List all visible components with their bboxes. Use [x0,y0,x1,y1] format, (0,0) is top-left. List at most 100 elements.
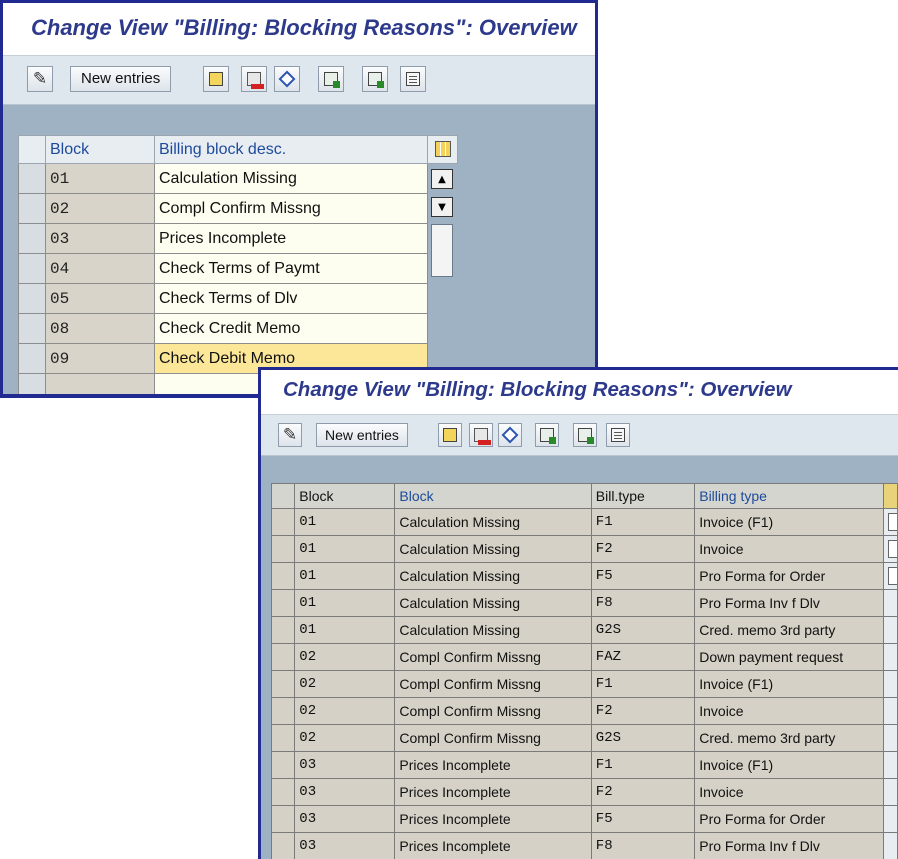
block-desc-cell: Calculation Missing [394,508,592,536]
row-selector[interactable] [270,616,296,644]
new-entries-button[interactable]: New entries [316,423,408,447]
table-row: 02 Compl Confirm Missng G2S Cred. memo 3rd … [270,724,898,752]
scroll-edge[interactable] [882,589,898,617]
select-all-rows-cell[interactable] [18,135,46,164]
select-all-button[interactable] [535,423,559,447]
block-cell: 03 [294,778,396,806]
block-desc-cell: Prices Incomplete [394,751,592,779]
row-selector[interactable] [18,223,46,254]
row-selector[interactable] [270,751,296,779]
table-row: 03 Prices Incomplete [18,223,458,254]
row-selector[interactable] [270,697,296,725]
table-header-row: Block Block Bill.type Billing type [270,483,898,509]
row-selector[interactable] [18,343,46,374]
scroll-edge[interactable] [882,643,898,671]
delete-button[interactable] [241,66,267,92]
scroll-edge[interactable] [882,508,898,536]
delete-icon [474,428,491,445]
column-header-block[interactable]: Block [45,135,155,164]
scroll-edge[interactable] [882,778,898,806]
scroll-edge[interactable] [882,832,898,859]
billing-block-assignment-table: Block Block Bill.type Billing type 01 Cal… [270,483,898,859]
display-change-button[interactable]: ✎ [27,66,53,92]
billing-type-cell: Pro Forma for Order [694,562,884,590]
deselect-all-button[interactable] [606,423,630,447]
table-row: 05 Check Terms of Dlv [18,283,458,314]
block-cell: 01 [294,535,396,563]
undo-icon [501,426,519,444]
row-selector[interactable] [18,253,46,284]
copy-icon [443,428,457,442]
billing-type-cell: Invoice (F1) [694,508,884,536]
block-desc-cell: Calculation Missing [394,562,592,590]
display-change-button[interactable]: ✎ [278,423,302,447]
column-header-bill-type[interactable]: Bill.type [590,483,696,509]
table-settings-button[interactable] [427,135,458,164]
column-header-block-desc[interactable]: Block [394,483,592,509]
row-selector[interactable] [18,193,46,224]
scroll-thumb[interactable] [431,224,453,277]
column-header-billing-type[interactable]: Billing type [694,483,884,509]
select-all-button[interactable] [318,66,344,92]
block-desc-cell: Calculation Missing [394,616,592,644]
scroll-edge[interactable] [882,751,898,779]
scroll-edge[interactable] [882,670,898,698]
row-selector[interactable] [270,643,296,671]
pencil-glasses-icon: ✎ [282,425,298,444]
row-selector[interactable] [270,562,296,590]
row-selector[interactable] [270,670,296,698]
scroll-edge[interactable] [882,535,898,563]
scroll-up-button[interactable]: ▲ [431,169,453,189]
row-selector[interactable] [270,778,296,806]
row-selector[interactable] [18,313,46,344]
desc-input[interactable]: Calculation Missing [154,163,428,194]
select-all-rows-cell[interactable] [270,483,296,509]
copy-button[interactable] [203,66,229,92]
scroll-down-button[interactable]: ▼ [431,197,453,217]
column-header-block-key[interactable]: Block [294,483,396,509]
row-selector[interactable] [270,832,296,859]
block-cell: 01 [294,508,396,536]
desc-input[interactable]: Prices Incomplete [154,223,428,254]
row-selector[interactable] [270,508,296,536]
column-header-billing-block-desc[interactable]: Billing block desc. [154,135,428,164]
row-selector[interactable] [18,163,46,194]
table-row: 01 Calculation Missing G2S Cred. memo 3rd p… [270,616,898,644]
row-selector[interactable] [270,724,296,752]
billing-type-cell: Down payment request [694,643,884,671]
scroll-edge[interactable] [882,697,898,725]
bill-type-cell: G2S [590,616,696,644]
row-selector[interactable] [270,535,296,563]
row-selector[interactable] [18,283,46,314]
row-selector[interactable] [270,589,296,617]
arrow-down-icon: ▼ [438,201,446,213]
undo-change-button[interactable] [498,423,522,447]
desc-input[interactable]: Check Terms of Dlv [154,283,428,314]
row-selector[interactable] [270,805,296,833]
desc-input[interactable]: Compl Confirm Missng [154,193,428,224]
undo-change-button[interactable] [274,66,300,92]
select-block-button[interactable] [362,66,388,92]
desc-input[interactable]: Check Terms of Paymt [154,253,428,284]
scroll-edge[interactable] [882,805,898,833]
billing-type-cell: Cred. memo 3rd party [694,724,884,752]
copy-icon [209,72,223,86]
select-block-button[interactable] [573,423,597,447]
billing-type-cell: Invoice [694,535,884,563]
scroll-edge[interactable] [882,562,898,590]
block-cell: 02 [45,193,155,224]
row-selector[interactable] [18,373,46,394]
table-scrollbar[interactable]: ▲ ▼ [427,164,458,394]
block-cell: 05 [45,283,155,314]
deselect-all-button[interactable] [400,66,426,92]
copy-button[interactable] [438,423,462,447]
block-cell: 01 [294,589,396,617]
scroll-edge[interactable] [882,616,898,644]
overview-window-front: Change View "Billing: Blocking Reasons":… [258,367,898,859]
scroll-edge[interactable] [882,724,898,752]
table-header-row: Block Billing block desc. [18,135,458,164]
delete-button[interactable] [469,423,493,447]
desc-input[interactable]: Check Credit Memo [154,313,428,344]
table-settings-button[interactable] [882,483,898,509]
new-entries-button[interactable]: New entries [70,66,172,92]
